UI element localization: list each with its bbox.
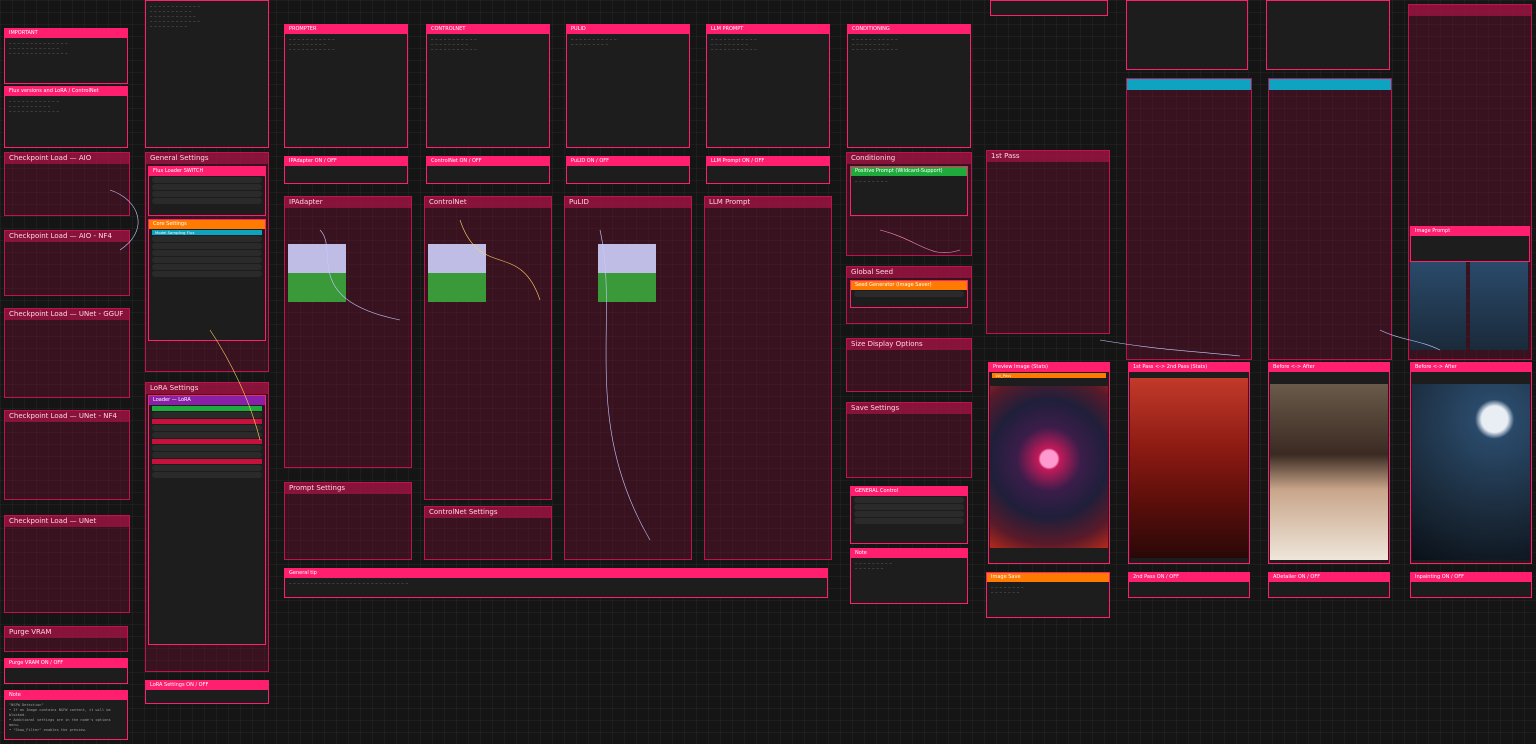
connection-wires xyxy=(109,189,1441,541)
node-graph-canvas[interactable]: IMPORTANT — — — — — — — — — — — — — — — … xyxy=(0,0,1536,744)
